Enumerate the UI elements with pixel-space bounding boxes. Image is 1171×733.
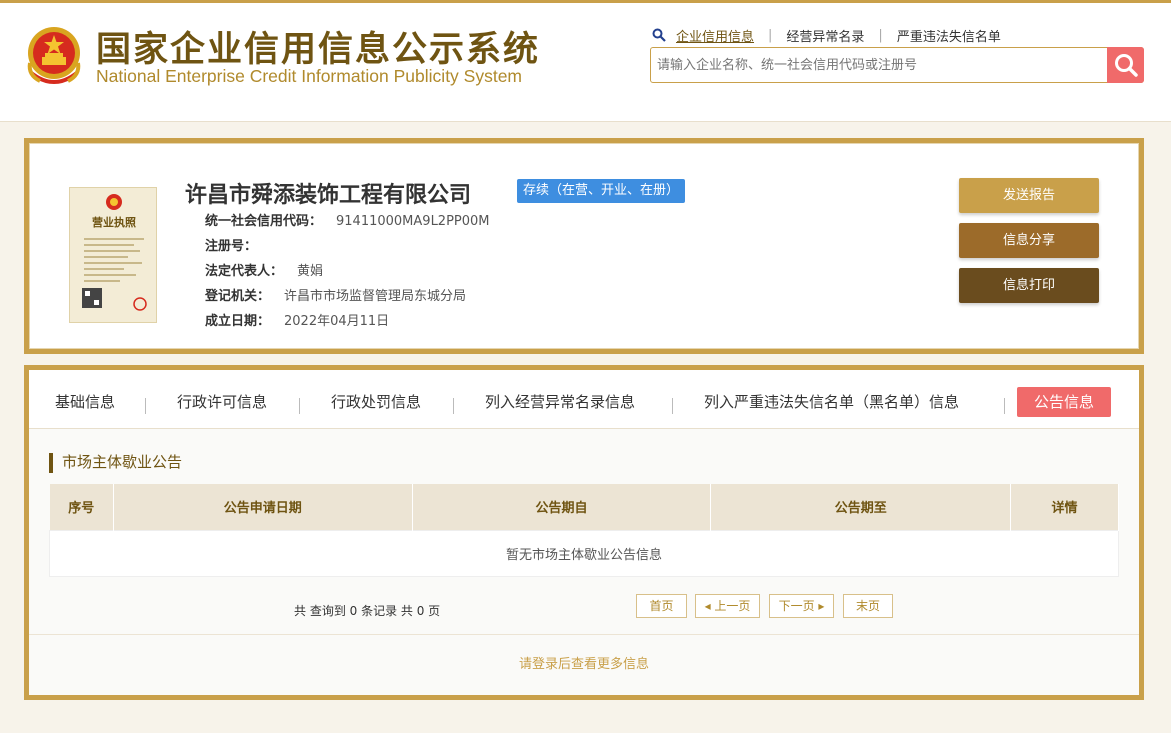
info-row-credit-code: 统一社会信用代码： 91411000MA9L2PP00M [205, 209, 490, 234]
info-row-authority: 登记机关： 许昌市市场监督管理局东城分局 [205, 284, 490, 309]
tab-separator [672, 398, 673, 414]
info-value: 91411000MA9L2PP00M [336, 214, 490, 229]
tab-basic-info[interactable]: 基础信息 [55, 387, 115, 417]
print-info-button[interactable]: 信息打印 [959, 268, 1099, 303]
company-panel: 营业执照 许昌市舜添装饰工程有限公司 存续（在营、开业、在册） 统一社会信用代码… [24, 138, 1144, 354]
col-details: 详情 [1010, 484, 1119, 530]
send-report-button[interactable]: 发送报告 [959, 178, 1099, 213]
search-icon [1114, 54, 1138, 77]
company-name: 许昌市舜添装饰工程有限公司 [185, 183, 472, 208]
site-header: 国家企业信用信息公示系统 National Enterprise Credit … [0, 0, 1171, 122]
info-label: 成立日期： [205, 314, 271, 329]
empty-message: 暂无市场主体歇业公告信息 [49, 529, 1119, 577]
tab-separator [453, 398, 454, 414]
tab-abnormal-list[interactable]: 列入经营异常名录信息 [485, 387, 635, 417]
info-row-reg-no: 注册号： [205, 234, 490, 259]
detail-panel: 基础信息 行政许可信息 行政处罚信息 列入经营异常名录信息 列入严重违法失信名单… [24, 365, 1144, 700]
search-button[interactable] [1107, 47, 1144, 83]
nav-separator: | [878, 27, 883, 43]
search-icon [652, 28, 666, 42]
company-info-list: 统一社会信用代码： 91411000MA9L2PP00M 注册号： 法定代表人： 黄… [205, 209, 490, 334]
info-row-founded: 成立日期： 2022年04月11日 [205, 309, 490, 334]
info-label: 法定代表人： [205, 264, 284, 279]
info-row-legal-rep: 法定代表人： 黄娟 [205, 259, 490, 284]
site-title-en: National Enterprise Credit Information P… [96, 66, 523, 86]
tab-separator [299, 398, 300, 414]
section-title: 市场主体歇业公告 [49, 453, 182, 473]
info-label: 统一社会信用代码： [205, 214, 323, 229]
info-value: 黄娟 [297, 264, 324, 279]
share-info-button[interactable]: 信息分享 [959, 223, 1099, 258]
col-period-end: 公告期至 [710, 484, 1012, 530]
nav-enterprise-credit[interactable]: 企业信用信息 [676, 26, 754, 45]
nav-abnormal-list[interactable]: 经营异常名录 [786, 26, 864, 45]
table-row: 暂无市场主体歇业公告信息 [49, 529, 1119, 577]
tab-admin-penalty[interactable]: 行政处罚信息 [331, 387, 421, 417]
license-graphic: 营业执照 [82, 194, 147, 311]
info-tabs: 基础信息 行政许可信息 行政处罚信息 列入经营异常名录信息 列入严重违法失信名单… [29, 370, 1139, 429]
table-header-row: 序号 公告申请日期 公告期自 公告期至 详情 [49, 484, 1119, 530]
pager-info: 共 查询到 0 条记录 共 0 页 [294, 604, 441, 618]
license-title: 营业执照 [92, 215, 136, 229]
col-apply-date: 公告申请日期 [113, 484, 413, 530]
prev-page-button[interactable]: ◂ 上一页 [695, 594, 760, 618]
last-page-button[interactable]: 末页 [843, 594, 893, 618]
login-tip-link[interactable]: 请登录后查看更多信息 [29, 634, 1139, 695]
search-input[interactable] [651, 48, 1107, 82]
info-value: 2022年04月11日 [284, 314, 390, 329]
tab-announcement[interactable]: 公告信息 [1017, 387, 1112, 417]
national-emblem-icon [27, 27, 81, 84]
info-value: 许昌市市场监督管理局东城分局 [284, 289, 467, 304]
search-box [650, 47, 1144, 83]
info-label: 注册号： [205, 239, 258, 254]
first-page-button[interactable]: 首页 [636, 594, 687, 618]
tab-admin-license[interactable]: 行政许可信息 [177, 387, 267, 417]
nav-separator: | [768, 27, 773, 43]
tab-separator [1004, 398, 1005, 414]
business-license-image: 营业执照 [69, 187, 157, 323]
nav-blacklist[interactable]: 严重违法失信名单 [897, 26, 1001, 45]
announcement-table: 序号 公告申请日期 公告期自 公告期至 详情 暂无市场主体歇业公告信息 [49, 484, 1119, 577]
top-nav: 企业信用信息 | 经营异常名录 | 严重违法失信名单 [652, 25, 1001, 45]
col-index: 序号 [49, 484, 114, 530]
tab-separator [145, 398, 146, 414]
tab-blacklist[interactable]: 列入严重违法失信名单（黑名单）信息 [704, 387, 959, 417]
col-period-start: 公告期自 [412, 484, 712, 530]
status-badge: 存续（在营、开业、在册） [517, 179, 686, 203]
next-page-button[interactable]: 下一页 ▸ [769, 594, 834, 618]
info-label: 登记机关： [205, 289, 271, 304]
site-title-cn: 国家企业信用信息公示系统 [96, 30, 541, 70]
